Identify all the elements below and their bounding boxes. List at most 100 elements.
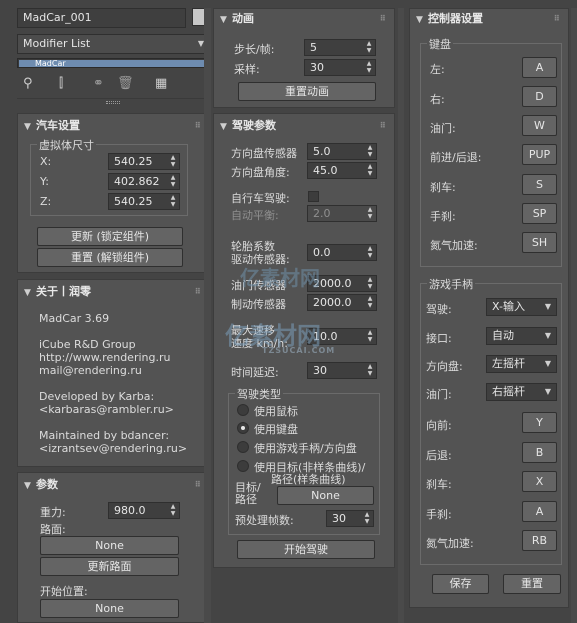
start-pos-pick-button[interactable]: None: [40, 599, 179, 618]
key-button-right[interactable]: D: [522, 86, 557, 107]
radio-keyboard[interactable]: [237, 422, 249, 434]
splitter-handle[interactable]: [106, 101, 120, 104]
modifier-list-dropdown[interactable]: Modifier List ▼: [17, 34, 210, 54]
reset-animation-button[interactable]: 重置动画: [238, 82, 376, 101]
spinner-arrows-icon[interactable]: ▲ ▼: [363, 511, 371, 525]
stack-item-selected[interactable]: MadCar: [19, 60, 208, 67]
road-pick-button[interactable]: None: [40, 536, 179, 555]
spinner-arrows-icon[interactable]: ▲ ▼: [169, 503, 177, 517]
key-button-left[interactable]: A: [522, 57, 557, 78]
x-spinner[interactable]: 540.25 ▲ ▼: [108, 153, 180, 170]
pad-button-handbrake[interactable]: A: [522, 501, 557, 522]
drag-handle-icon[interactable]: ⠿: [380, 118, 386, 134]
about-header[interactable]: ▼ 关于丨润零 ⠿: [24, 284, 203, 300]
chevron-down-icon: ▼: [544, 387, 551, 396]
start-pos-label: 开始位置:: [40, 585, 88, 598]
drag-handle-icon[interactable]: ⠿: [195, 118, 201, 134]
car-setup-header[interactable]: ▼ 汽车设置 ⠿: [24, 118, 203, 134]
reset-unlock-button[interactable]: 重置 (解锁组件): [37, 248, 183, 267]
animation-header[interactable]: ▼ 动画 ⠿: [220, 11, 388, 27]
radio-gamepad-label: 使用游戏手柄/方向盘: [254, 442, 357, 455]
spinner-arrows-icon[interactable]: ▲ ▼: [366, 245, 374, 259]
spinner-arrows-icon[interactable]: ▲ ▼: [366, 206, 374, 220]
road-label: 路面:: [40, 523, 66, 536]
step-spinner[interactable]: 5 ▲ ▼: [304, 39, 376, 56]
spinner-arrows-icon[interactable]: ▲ ▼: [169, 154, 177, 168]
left-scrollbar[interactable]: [204, 8, 211, 623]
spinner-arrows-icon[interactable]: ▲ ▼: [365, 60, 373, 74]
pad-button-back[interactable]: B: [522, 442, 557, 463]
spinner-arrows-icon[interactable]: ▲ ▼: [366, 276, 374, 290]
car-setup-rollout: ▼ 汽车设置 ⠿ 虚拟体尺寸 X: 540.25 ▲ ▼ Y: 402.862 ▲ ▼ Z:…: [17, 113, 210, 273]
steer-sensor-spinner[interactable]: 5.0 ▲ ▼: [307, 143, 377, 160]
drag-handle-icon[interactable]: ⠿: [380, 11, 386, 27]
spinner-arrows-icon[interactable]: ▲ ▼: [366, 363, 374, 377]
auto-balance-spinner[interactable]: 2.0 ▲ ▼: [307, 205, 377, 222]
spinner-arrows-icon[interactable]: ▲ ▼: [169, 194, 177, 208]
y-spinner[interactable]: 402.862 ▲ ▼: [108, 173, 180, 190]
drag-handle-icon[interactable]: ⠿: [554, 11, 560, 27]
key-button-handbrake[interactable]: SP: [522, 203, 557, 224]
port-label: 接口:: [426, 332, 452, 345]
start-driving-button[interactable]: 开始驾驶: [237, 540, 375, 559]
update-lock-button[interactable]: 更新 (锁定组件): [37, 227, 183, 246]
right-scrollbar[interactable]: [571, 8, 577, 623]
wheel-coef-spinner[interactable]: 0.0 ▲ ▼: [307, 244, 377, 261]
gravity-spinner[interactable]: 980.0 ▲ ▼: [108, 502, 180, 519]
driving-header[interactable]: ▼ 驾驶参数 ⠿: [220, 118, 388, 134]
steer-angle-label: 方向盘角度:: [231, 166, 290, 179]
spinner-arrows-icon[interactable]: ▲ ▼: [169, 174, 177, 188]
key-button-nitro[interactable]: SH: [522, 232, 557, 253]
spinner-arrows-icon[interactable]: ▲ ▼: [366, 295, 374, 309]
port-dropdown[interactable]: 自动 ▼: [486, 327, 557, 345]
pad-label-forward: 向前:: [426, 419, 452, 432]
steer-angle-spinner[interactable]: 45.0 ▲ ▼: [307, 162, 377, 179]
radio-mouse[interactable]: [237, 404, 249, 416]
driver-dropdown[interactable]: X-输入 ▼: [486, 298, 557, 316]
about-line: Maintained by bdancer:: [39, 429, 170, 442]
pin-stack-icon[interactable]: ⚲: [23, 76, 33, 91]
delay-spinner[interactable]: 30 ▲ ▼: [307, 362, 377, 379]
params-header[interactable]: ▼ 参数 ⠿: [24, 477, 203, 493]
show-end-result-icon[interactable]: ⫿: [59, 76, 63, 91]
make-unique-icon[interactable]: ⚭: [93, 76, 104, 91]
drag-handle-icon[interactable]: ⠿: [195, 284, 201, 300]
group-title: 驾驶类型: [235, 386, 283, 402]
pad-button-brake[interactable]: X: [522, 471, 557, 492]
reset-controller-button[interactable]: 重置: [503, 574, 561, 594]
pad-throttle-dropdown[interactable]: 右摇杆 ▼: [486, 383, 557, 401]
radio-gamepad[interactable]: [237, 441, 249, 453]
z-spinner[interactable]: 540.25 ▲ ▼: [108, 193, 180, 210]
spinner-arrows-icon[interactable]: ▲ ▼: [366, 329, 374, 343]
key-button-forward-back[interactable]: PUP: [522, 144, 557, 165]
precalc-spinner[interactable]: 30 ▲ ▼: [326, 510, 374, 527]
wheel-dropdown[interactable]: 左摇杆 ▼: [486, 355, 557, 373]
brake-sensor-spinner[interactable]: 2000.0 ▲ ▼: [307, 294, 377, 311]
controller-header[interactable]: ▼ 控制器设置 ⠿: [416, 11, 562, 27]
about-line: http://www.rendering.ru: [39, 351, 171, 364]
pad-button-nitro[interactable]: RB: [522, 530, 557, 551]
radio-target[interactable]: [237, 460, 249, 472]
target-pick-button[interactable]: None: [277, 486, 374, 505]
sample-spinner[interactable]: 30 ▲ ▼: [304, 59, 376, 76]
pad-label-brake: 刹车:: [426, 478, 452, 491]
bike-checkbox[interactable]: [308, 191, 319, 202]
key-button-brake[interactable]: S: [522, 174, 557, 195]
spinner-arrows-icon[interactable]: ▲ ▼: [365, 40, 373, 54]
remove-modifier-icon[interactable]: 🗑: [117, 76, 134, 91]
spinner-arrows-icon[interactable]: ▲ ▼: [366, 144, 374, 158]
bike-label: 自行车驾驶:: [231, 192, 290, 205]
drag-handle-icon[interactable]: ⠿: [195, 477, 201, 493]
pad-button-forward[interactable]: Y: [522, 412, 557, 433]
key-label-left: 左:: [430, 63, 445, 76]
configure-sets-icon[interactable]: ▦: [155, 76, 167, 91]
save-button[interactable]: 保存: [432, 574, 489, 594]
key-label-right: 右:: [430, 93, 445, 106]
key-button-throttle[interactable]: W: [522, 115, 557, 136]
middle-scrollbar[interactable]: [398, 8, 404, 623]
update-road-button[interactable]: 更新路面: [40, 557, 179, 576]
object-name-field[interactable]: MadCar_001: [17, 8, 186, 28]
toolbar-divider: [17, 98, 210, 99]
spinner-arrows-icon[interactable]: ▲ ▼: [366, 163, 374, 177]
modifier-stack[interactable]: MadCar: [17, 58, 210, 68]
